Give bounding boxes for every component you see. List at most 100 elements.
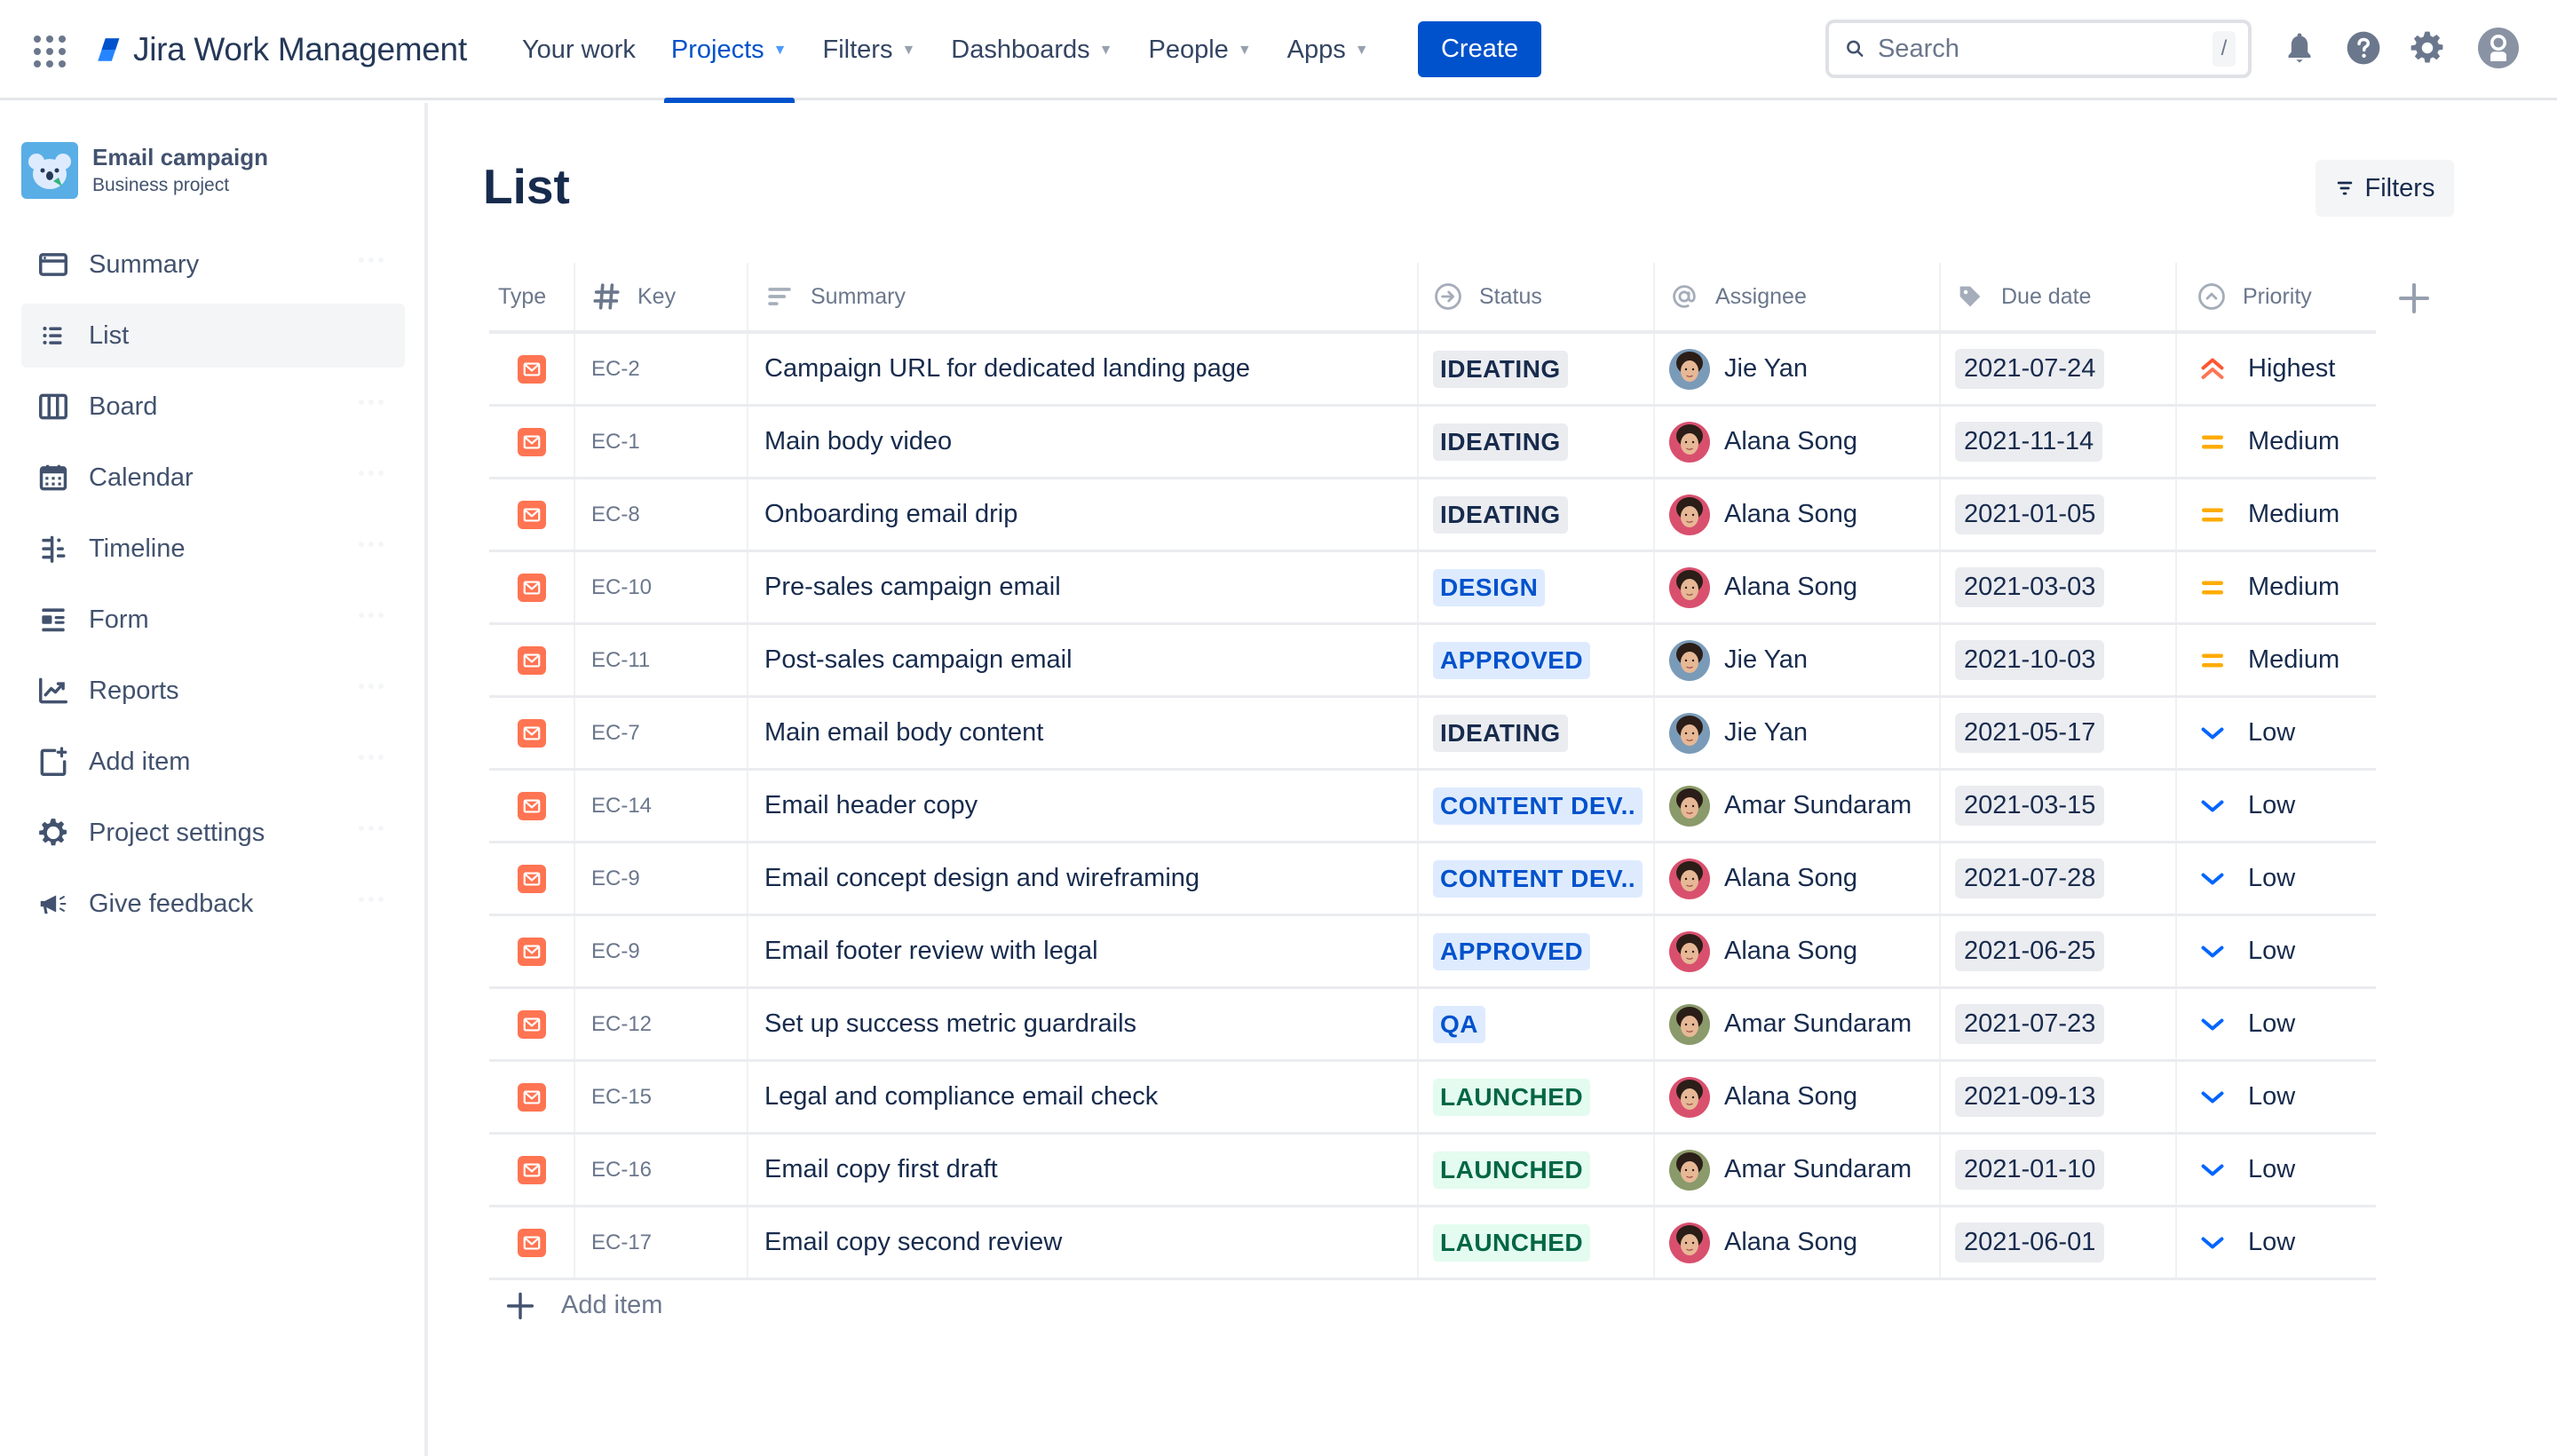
- summary-cell[interactable]: Email footer review with legal: [748, 916, 1419, 986]
- due-date-chip[interactable]: 2021-09-13: [1955, 1077, 2105, 1117]
- status-lozenge[interactable]: APPROVED: [1433, 641, 1591, 679]
- summary-cell[interactable]: Email copy second review: [748, 1207, 1419, 1278]
- sidebar-item-reports[interactable]: Reports: [21, 659, 405, 723]
- key-cell[interactable]: EC-14: [575, 771, 748, 841]
- due-date-chip[interactable]: 2021-03-15: [1955, 786, 2105, 826]
- nav-projects[interactable]: Projects ▼: [663, 0, 795, 103]
- summary-cell[interactable]: Legal and compliance email check: [748, 1062, 1419, 1132]
- status-lozenge[interactable]: IDEATING: [1433, 495, 1568, 534]
- issue-summary[interactable]: Email copy first draft: [764, 1155, 998, 1184]
- issue-key[interactable]: EC-9: [591, 866, 640, 891]
- filters-button[interactable]: Filters: [2316, 160, 2454, 217]
- sidebar-item-form[interactable]: Form: [21, 588, 405, 652]
- status-lozenge[interactable]: CONTENT DEV..: [1433, 859, 1643, 898]
- due-date-chip[interactable]: 2021-07-23: [1955, 1004, 2105, 1044]
- search-input[interactable]: [1877, 34, 2213, 64]
- notifications-icon[interactable]: [2280, 28, 2319, 67]
- due-date-cell[interactable]: 2021-10-03: [1941, 625, 2177, 695]
- issue-summary[interactable]: Post-sales campaign email: [764, 645, 1073, 675]
- assignee-cell[interactable]: Amar Sundaram: [1655, 771, 1941, 841]
- search-box[interactable]: /: [1825, 20, 2252, 78]
- due-date-cell[interactable]: 2021-06-25: [1941, 916, 2177, 986]
- status-lozenge[interactable]: LAUNCHED: [1433, 1078, 1591, 1116]
- due-date-cell[interactable]: 2021-07-23: [1941, 989, 2177, 1059]
- nav-filters[interactable]: Filters ▼: [816, 0, 923, 100]
- table-row[interactable]: EC-14 Email header copy CONTENT DEV.. Amar …: [489, 771, 2376, 843]
- app-switcher-icon[interactable]: [34, 36, 66, 67]
- assignee-cell[interactable]: Jie Yan: [1655, 625, 1941, 695]
- assignee-cell[interactable]: Jie Yan: [1655, 698, 1941, 768]
- summary-cell[interactable]: Pre-sales campaign email: [748, 552, 1419, 622]
- add-column-icon[interactable]: [2396, 281, 2432, 316]
- column-header-summary[interactable]: Summary: [748, 263, 1419, 330]
- product-logo[interactable]: Jira Work Management: [94, 27, 467, 73]
- column-header-key[interactable]: Key: [575, 263, 748, 330]
- assignee-cell[interactable]: Alana Song: [1655, 916, 1941, 986]
- status-cell[interactable]: IDEATING: [1419, 407, 1655, 477]
- summary-cell[interactable]: Main body video: [748, 407, 1419, 477]
- issue-summary[interactable]: Set up success metric guardrails: [764, 1009, 1136, 1039]
- due-date-chip[interactable]: 2021-07-24: [1955, 349, 2105, 389]
- add-item-button[interactable]: Add item: [506, 1291, 662, 1320]
- status-lozenge[interactable]: APPROVED: [1433, 932, 1591, 970]
- status-lozenge[interactable]: IDEATING: [1433, 350, 1568, 388]
- settings-icon[interactable]: [2408, 28, 2447, 67]
- summary-cell[interactable]: Post-sales campaign email: [748, 625, 1419, 695]
- due-date-chip[interactable]: 2021-03-03: [1955, 567, 2105, 607]
- key-cell[interactable]: EC-11: [575, 625, 748, 695]
- priority-cell[interactable]: Low: [2177, 1135, 2376, 1205]
- assignee-cell[interactable]: Alana Song: [1655, 843, 1941, 914]
- issue-key[interactable]: EC-8: [591, 502, 640, 527]
- more-actions-icon[interactable]: [359, 755, 384, 760]
- summary-cell[interactable]: Onboarding email drip: [748, 479, 1419, 550]
- summary-cell[interactable]: Main email body content: [748, 698, 1419, 768]
- column-header-due-date[interactable]: Due date: [1941, 263, 2177, 330]
- more-actions-icon[interactable]: [359, 257, 384, 263]
- sidebar-item-list[interactable]: List: [21, 304, 405, 368]
- assignee-cell[interactable]: Alana Song: [1655, 1207, 1941, 1278]
- priority-cell[interactable]: Low: [2177, 771, 2376, 841]
- issue-key[interactable]: EC-11: [591, 648, 650, 673]
- nav-your-work[interactable]: Your work: [515, 0, 643, 100]
- sidebar-item-add-item[interactable]: Add item: [21, 730, 405, 794]
- profile-avatar-icon[interactable]: [2477, 27, 2520, 69]
- due-date-cell[interactable]: 2021-06-01: [1941, 1207, 2177, 1278]
- priority-cell[interactable]: Highest: [2177, 334, 2376, 404]
- sidebar-item-give-feedback[interactable]: Give feedback: [21, 872, 405, 936]
- issue-key[interactable]: EC-16: [591, 1158, 652, 1183]
- assignee-cell[interactable]: Alana Song: [1655, 1062, 1941, 1132]
- issue-key[interactable]: EC-1: [591, 430, 640, 455]
- assignee-cell[interactable]: Jie Yan: [1655, 334, 1941, 404]
- sidebar-item-timeline[interactable]: Timeline: [21, 517, 405, 581]
- due-date-cell[interactable]: 2021-03-03: [1941, 552, 2177, 622]
- column-header-priority[interactable]: Priority: [2177, 263, 2376, 330]
- table-row[interactable]: EC-11 Post-sales campaign email APPROVED Ji…: [489, 625, 2376, 698]
- status-cell[interactable]: LAUNCHED: [1419, 1135, 1655, 1205]
- issue-key[interactable]: EC-14: [591, 794, 652, 819]
- issue-summary[interactable]: Legal and compliance email check: [764, 1082, 1158, 1112]
- more-actions-icon[interactable]: [359, 684, 384, 689]
- due-date-cell[interactable]: 2021-01-05: [1941, 479, 2177, 550]
- more-actions-icon[interactable]: [359, 471, 384, 476]
- priority-cell[interactable]: Medium: [2177, 407, 2376, 477]
- issue-key[interactable]: EC-12: [591, 1012, 652, 1037]
- table-row[interactable]: EC-9 Email concept design and wireframing…: [489, 843, 2376, 916]
- status-cell[interactable]: LAUNCHED: [1419, 1207, 1655, 1278]
- key-cell[interactable]: EC-10: [575, 552, 748, 622]
- key-cell[interactable]: EC-17: [575, 1207, 748, 1278]
- sidebar-item-project-settings[interactable]: Project settings: [21, 801, 405, 865]
- status-cell[interactable]: QA: [1419, 989, 1655, 1059]
- priority-cell[interactable]: Low: [2177, 989, 2376, 1059]
- due-date-chip[interactable]: 2021-06-01: [1955, 1223, 2105, 1262]
- due-date-cell[interactable]: 2021-03-15: [1941, 771, 2177, 841]
- due-date-chip[interactable]: 2021-07-28: [1955, 859, 2105, 898]
- status-lozenge[interactable]: LAUNCHED: [1433, 1151, 1591, 1189]
- due-date-cell[interactable]: 2021-11-14: [1941, 407, 2177, 477]
- assignee-cell[interactable]: Amar Sundaram: [1655, 1135, 1941, 1205]
- issue-key[interactable]: EC-2: [591, 357, 640, 382]
- priority-cell[interactable]: Low: [2177, 1062, 2376, 1132]
- summary-cell[interactable]: Email copy first draft: [748, 1135, 1419, 1205]
- table-row[interactable]: EC-1 Main body video IDEATING Alana Song 202…: [489, 407, 2376, 479]
- key-cell[interactable]: EC-12: [575, 989, 748, 1059]
- key-cell[interactable]: EC-8: [575, 479, 748, 550]
